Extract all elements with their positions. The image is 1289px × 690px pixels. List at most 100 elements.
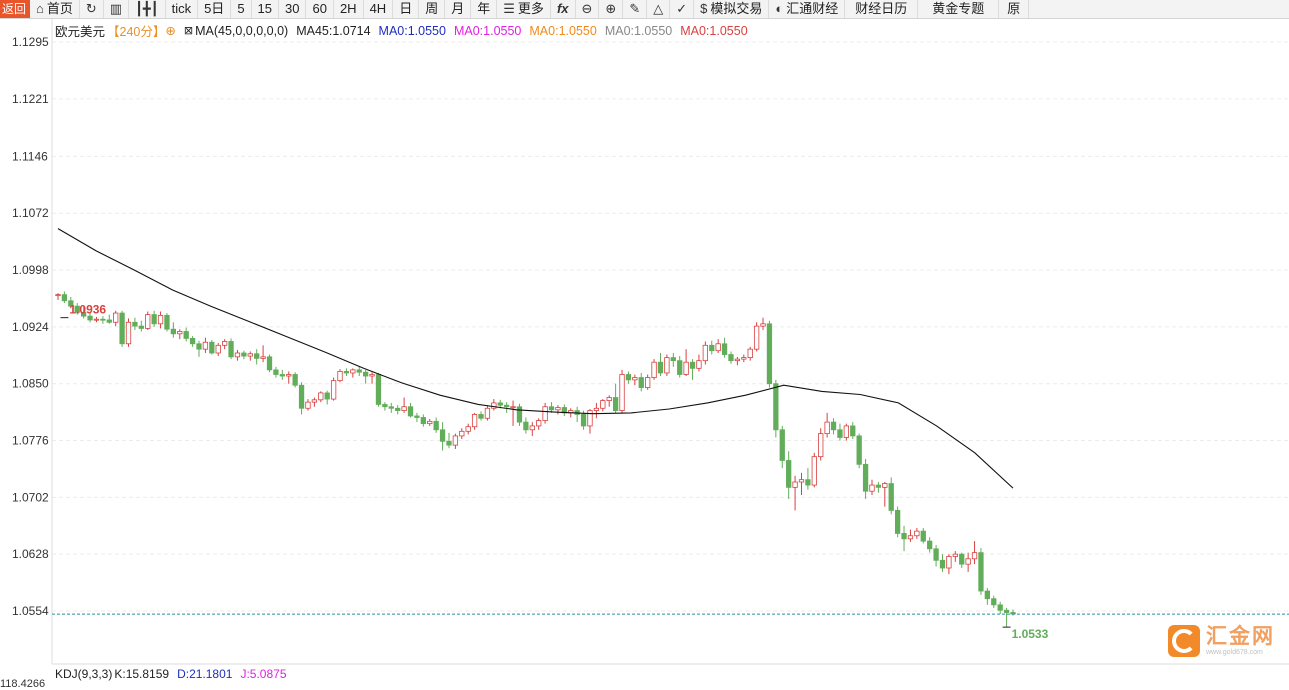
candle <box>478 411 484 421</box>
original-button[interactable]: 原 <box>999 0 1030 18</box>
candle-body <box>997 604 1003 611</box>
period-label[interactable]: 【240分】 <box>107 21 165 40</box>
zoom-in-button[interactable]: ⊕ <box>599 0 624 18</box>
candle-body <box>536 420 542 427</box>
draw-button[interactable]: ✎ <box>623 0 648 18</box>
period-2h-button[interactable]: 2H <box>334 0 364 18</box>
refresh-button[interactable]: ↻ <box>80 0 104 18</box>
kdj-label[interactable]: KDJ(9,3,3) <box>55 667 112 681</box>
candle-body <box>266 356 273 371</box>
candlestick-chart[interactable]: 1.1295 1.1221 1.1146 1.1072 1.0998 1.0924 1.08… <box>0 0 1289 685</box>
candle <box>145 311 151 330</box>
candle <box>888 477 894 515</box>
candle-body <box>125 321 132 345</box>
candle <box>382 402 388 411</box>
ma-params[interactable]: ⊠ MA(45,0,0,0,0,0) <box>184 24 288 38</box>
candle <box>734 356 741 366</box>
y-tick-label: 1.0924 <box>12 320 49 334</box>
candle-body <box>350 369 356 374</box>
period-5-button[interactable]: 5 <box>231 0 252 18</box>
dollar-icon: $ <box>700 1 708 16</box>
period-4h-button[interactable]: 4H <box>364 0 394 18</box>
candle <box>664 354 670 377</box>
period-year-button[interactable]: 年 <box>471 0 498 18</box>
candle-body <box>862 463 869 492</box>
period-week-button[interactable]: 周 <box>419 0 446 18</box>
zoom-out-button[interactable]: ⊖ <box>576 0 600 18</box>
period-15-button[interactable]: 15 <box>252 0 280 18</box>
candle <box>484 405 491 421</box>
candle <box>420 414 426 427</box>
candle <box>189 336 196 347</box>
candle <box>125 318 132 347</box>
candle-body <box>164 314 170 330</box>
candle-body <box>343 371 350 374</box>
candle-style-button[interactable]: ┃╋┃ <box>129 0 166 18</box>
candle <box>343 368 350 377</box>
candle-body <box>87 315 93 321</box>
candle <box>260 345 266 363</box>
check-icon: ✓ <box>676 1 688 16</box>
function-icon: fx <box>556 1 569 16</box>
candle-body <box>818 433 824 458</box>
zoom-out-icon: ⊖ <box>581 1 593 16</box>
period-month-button[interactable]: 月 <box>445 0 472 18</box>
candle-body <box>138 325 144 329</box>
formula-button[interactable]: fx <box>551 0 576 18</box>
home-label: 首页 <box>46 1 73 16</box>
candle <box>901 525 907 552</box>
tick-button[interactable]: tick <box>166 0 199 18</box>
candle <box>106 314 112 324</box>
candle-body <box>683 361 689 375</box>
candle-body <box>228 341 234 358</box>
candle-body <box>734 358 741 362</box>
candle-body <box>946 556 952 569</box>
candle-body <box>337 371 343 382</box>
candle-body <box>747 348 753 358</box>
candle <box>164 313 170 332</box>
candle-body <box>696 360 702 369</box>
gold-topic-button[interactable]: 黄金专题 <box>918 0 1000 18</box>
period-30-button[interactable]: 30 <box>279 0 307 18</box>
candle <box>388 402 394 413</box>
fx678-button[interactable]: ◐ 汇通财经 <box>769 0 846 18</box>
candle <box>177 329 183 340</box>
add-indicator-icon[interactable]: ⊕ <box>165 23 175 38</box>
candle-body <box>286 374 292 377</box>
candle <box>529 422 535 436</box>
candle <box>1010 609 1016 616</box>
more-label: 更多 <box>517 1 544 16</box>
calendar-button[interactable]: 财经日历 <box>845 0 919 18</box>
candle <box>786 451 792 499</box>
candle-body <box>587 410 593 427</box>
indicator-chart-button[interactable]: ▥ <box>104 0 130 18</box>
candle <box>830 418 837 435</box>
triangle-tool-button[interactable]: △ <box>647 0 671 18</box>
sim-trade-button[interactable]: $ 模拟交易 <box>694 0 770 18</box>
back-button[interactable]: 返回 <box>0 0 31 18</box>
candle-body <box>177 331 183 335</box>
candle <box>593 402 600 419</box>
y-tick-label: 1.1221 <box>12 92 49 106</box>
y-tick-label: 1.0702 <box>12 490 49 504</box>
check-tool-button[interactable]: ✓ <box>670 0 695 18</box>
more-button[interactable]: ☰ 更多 <box>497 0 551 18</box>
period-60-button[interactable]: 60 <box>306 0 334 18</box>
home-button[interactable]: ⌂ 首页 <box>30 0 80 18</box>
candle-body <box>234 352 241 358</box>
period-day-button[interactable]: 日 <box>393 0 420 18</box>
five-day-button[interactable]: 5日 <box>198 0 232 18</box>
candle <box>407 402 414 418</box>
candle-body <box>516 406 523 423</box>
candle <box>894 506 901 538</box>
kdj-legend: KDJ(9,3,3) K:15.8159 D:21.1801 J:5.0875 <box>55 667 287 681</box>
y-tick-label: 1.0554 <box>12 604 49 618</box>
candle-body <box>939 559 946 569</box>
candle <box>978 548 984 595</box>
candle-body <box>395 407 401 411</box>
candle-body <box>645 377 651 388</box>
candle-body <box>920 530 926 542</box>
candle-body <box>933 548 939 561</box>
pen-icon: ✎ <box>629 1 641 16</box>
candle-body <box>773 383 779 431</box>
